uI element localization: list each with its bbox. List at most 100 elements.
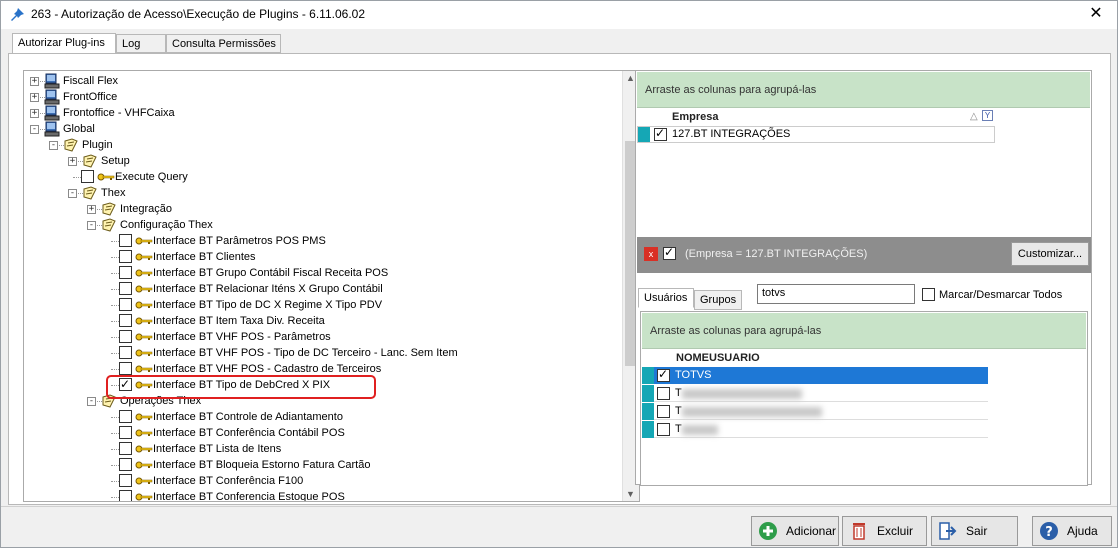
tree-node[interactable]: Execute Query [24, 169, 614, 185]
user-row[interactable]: T [642, 385, 988, 402]
plugin-checkbox[interactable] [81, 170, 94, 183]
exit-button[interactable]: Sair [931, 516, 1018, 546]
plugin-checkbox[interactable] [119, 346, 132, 359]
tree-node-label: Interface BT Controle de Adiantamento [153, 411, 343, 423]
tree-node[interactable]: Interface BT Conferência Contábil POS [24, 425, 614, 441]
plugin-folder-icon [102, 218, 116, 232]
expand-icon[interactable]: + [68, 157, 77, 166]
filter-icon[interactable]: Y [982, 110, 993, 121]
plugin-checkbox[interactable] [119, 330, 132, 343]
user-checkbox[interactable] [657, 367, 670, 382]
tree-node[interactable]: Interface BT Tipo de DC X Regime X Tipo … [24, 297, 614, 313]
scroll-up-icon[interactable]: ▲ [626, 73, 635, 83]
mark-all-checkbox[interactable] [922, 288, 935, 301]
plugin-checkbox[interactable] [119, 410, 132, 423]
clear-filter-icon[interactable]: x [644, 247, 658, 261]
plugin-checkbox[interactable] [119, 266, 132, 279]
collapse-icon[interactable]: - [30, 125, 39, 134]
expand-icon[interactable]: + [30, 77, 39, 86]
plugin-checkbox[interactable] [119, 442, 132, 455]
key-icon [135, 301, 153, 309]
key-icon [135, 445, 153, 453]
plugin-checkbox[interactable] [119, 282, 132, 295]
tree-node[interactable]: + Integração [24, 201, 614, 217]
scroll-down-icon[interactable]: ▼ [626, 489, 635, 499]
tree-node[interactable]: - Thex [24, 185, 614, 201]
plugin-checkbox[interactable] [119, 458, 132, 471]
tree-node[interactable]: - Configuração Thex [24, 217, 614, 233]
tree-node[interactable]: Interface BT Clientes [24, 249, 614, 265]
tree-node[interactable]: Interface BT VHF POS - Parâmetros [24, 329, 614, 345]
collapse-icon[interactable]: - [87, 397, 96, 406]
plus-circle-icon [759, 522, 777, 540]
user-row[interactable]: TOTVS [642, 367, 988, 384]
plugin-checkbox[interactable] [119, 250, 132, 263]
server-icon [44, 105, 60, 121]
key-icon [135, 253, 153, 261]
company-row[interactable]: 127.BT INTEGRAÇÕES [637, 126, 995, 143]
tab-log[interactable]: Log [116, 34, 166, 53]
user-row[interactable]: T [642, 403, 988, 420]
tree-node[interactable]: - Plugin [24, 137, 614, 153]
tree-node[interactable]: + FrontOffice [24, 89, 614, 105]
row-indicator [642, 421, 654, 438]
plugin-checkbox[interactable] [119, 490, 132, 501]
tree-node[interactable]: Interface BT VHF POS - Tipo de DC Tercei… [24, 345, 614, 361]
plugin-checkbox[interactable] [119, 362, 132, 375]
expand-icon[interactable]: + [30, 109, 39, 118]
user-checkbox[interactable] [657, 387, 670, 400]
tree-node[interactable]: + Fiscall Flex [24, 73, 614, 89]
filter-active-checkbox[interactable] [663, 245, 676, 260]
delete-button[interactable]: Excluir [842, 516, 927, 546]
tree-node[interactable]: Interface BT Conferencia Estoque POS [24, 489, 614, 501]
tab-grupos[interactable]: Grupos [694, 290, 742, 310]
user-checkbox[interactable] [657, 405, 670, 418]
plugin-folder-icon [83, 186, 97, 200]
tree-node-label: Thex [101, 187, 126, 199]
close-icon[interactable]: ✕ [1085, 4, 1107, 24]
tree-node[interactable]: + Frontoffice - VHFCaixa [24, 105, 614, 121]
tree-node-label: FrontOffice [63, 91, 118, 103]
tree-node[interactable]: Interface BT Conferência F100 [24, 473, 614, 489]
user-row[interactable]: T [642, 421, 988, 438]
plugin-checkbox[interactable] [119, 474, 132, 487]
tree-node[interactable]: + Setup [24, 153, 614, 169]
company-checkbox[interactable] [654, 126, 667, 141]
plugin-checkbox[interactable] [119, 314, 132, 327]
add-button[interactable]: Adicionar [751, 516, 839, 546]
plugin-tree[interactable]: ▲ ▼ + Fiscall Flex + FrontOffice + Frontoffic… [23, 70, 640, 502]
user-search-input[interactable]: totvs [757, 284, 915, 304]
tree-node[interactable]: Interface BT Bloqueia Estorno Fatura Car… [24, 457, 614, 473]
tab-autorizar-plugins[interactable]: Autorizar Plug-ins [12, 33, 116, 54]
tab-consulta-permissoes[interactable]: Consulta Permissões [166, 34, 281, 53]
tree-node[interactable]: - Global [24, 121, 614, 137]
collapse-icon[interactable]: - [87, 221, 96, 230]
tree-node[interactable]: Interface BT Controle de Adiantamento [24, 409, 614, 425]
expand-icon[interactable]: + [87, 205, 96, 214]
key-icon [135, 461, 153, 469]
add-label: Adicionar [786, 524, 837, 538]
collapse-icon[interactable]: - [68, 189, 77, 198]
tree-node[interactable]: Interface BT Item Taxa Div. Receita [24, 313, 614, 329]
tree-node-label: Frontoffice - VHFCaixa [63, 107, 175, 119]
tree-node-label: Execute Query [115, 171, 188, 183]
key-icon [135, 365, 153, 373]
plugin-checkbox[interactable] [119, 426, 132, 439]
plugin-checkbox[interactable] [119, 298, 132, 311]
tree-node[interactable]: Interface BT Grupo Contábil Fiscal Recei… [24, 265, 614, 281]
tree-node[interactable]: Interface BT Parâmetros POS PMS [24, 233, 614, 249]
tab-usuarios[interactable]: Usuários [638, 288, 694, 308]
tree-node[interactable]: Interface BT Lista de Itens [24, 441, 614, 457]
tree-node-label: Interface BT Conferência F100 [153, 475, 304, 487]
help-label: Ajuda [1067, 524, 1098, 538]
help-button[interactable]: ? Ajuda [1032, 516, 1112, 546]
collapse-icon[interactable]: - [49, 141, 58, 150]
sort-icon[interactable]: △ [970, 111, 978, 122]
plugin-checkbox[interactable] [119, 234, 132, 247]
tree-node[interactable]: Interface BT Relacionar Iténs X Grupo Co… [24, 281, 614, 297]
customize-button[interactable]: Customizar... [1011, 242, 1089, 266]
user-checkbox[interactable] [657, 423, 670, 436]
column-header-nomeusuario[interactable]: NOMEUSUARIO [676, 352, 760, 364]
column-header-empresa[interactable]: Empresa [672, 111, 718, 123]
expand-icon[interactable]: + [30, 93, 39, 102]
